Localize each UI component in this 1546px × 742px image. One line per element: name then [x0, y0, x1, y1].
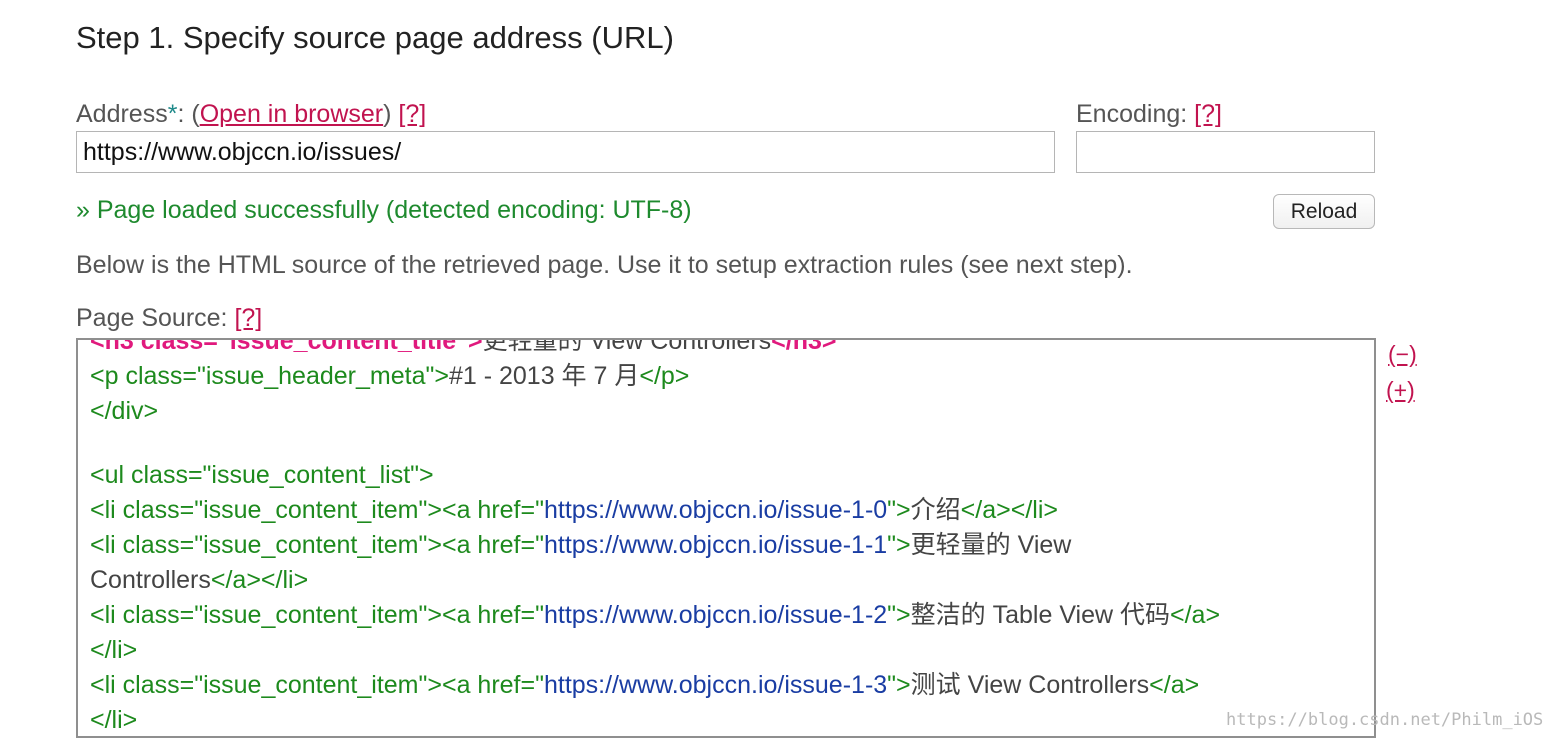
- source-tag: ">: [887, 531, 911, 559]
- description-text: Below is the HTML source of the retrieve…: [76, 251, 1133, 279]
- source-line: <li class="issue_content_item"><a href="…: [90, 528, 1364, 563]
- page-source-help-link[interactable]: [?]: [234, 304, 262, 332]
- source-url: https://www.objccn.io/issue-1-3: [543, 671, 888, 699]
- source-tag: <p class="issue_header_meta">: [90, 362, 449, 390]
- source-line: </li>: [90, 703, 1364, 736]
- status-text: Page loaded successfully (detected encod…: [89, 196, 692, 224]
- source-tag: </li>: [90, 636, 138, 664]
- source-line: <ul class="issue_content_list">: [90, 458, 1364, 493]
- source-tag: ">: [887, 671, 911, 699]
- source-tag: <li class="issue_content_item"><a href=": [90, 601, 544, 629]
- source-text: 整洁的 Table View 代码: [910, 601, 1170, 629]
- source-text: 更轻量的 View Controllers: [482, 338, 772, 355]
- source-tag: </div>: [90, 397, 159, 425]
- reload-button[interactable]: Reload: [1273, 194, 1375, 229]
- source-line: <li class="issue_content_item"><a href="…: [90, 598, 1364, 633]
- open-in-browser-link[interactable]: Open in browser: [200, 100, 383, 128]
- source-url: https://www.objccn.io/issue-1-0: [543, 496, 888, 524]
- source-tag: <li class="issue_content_item"><a href=": [90, 531, 544, 559]
- encoding-label: Encoding:: [1076, 100, 1188, 128]
- source-tag: <h3 class="issue_content_title">: [90, 338, 483, 355]
- encoding-help-link[interactable]: [?]: [1194, 100, 1222, 128]
- source-line: <h3 class="issue_content_title">更轻量的 Vie…: [90, 338, 1364, 359]
- source-tag: </a>: [1170, 601, 1221, 629]
- source-tag: <li class="issue_content_item"><a href=": [90, 671, 544, 699]
- zoom-in-link[interactable]: (+): [1386, 377, 1415, 404]
- source-tag: <ul class="issue_content_list">: [90, 461, 434, 489]
- status-prefix: »: [76, 196, 90, 224]
- step-title: Step 1. Specify source page address (URL…: [76, 20, 674, 55]
- address-help-link[interactable]: [?]: [398, 100, 426, 128]
- source-url: https://www.objccn.io/issue-1-1: [543, 531, 888, 559]
- source-tag: ">: [887, 601, 911, 629]
- page-source-label-row: Page Source: [?]: [76, 304, 262, 333]
- zoom-out-link[interactable]: (−): [1388, 341, 1417, 368]
- source-tag: </a></li>: [210, 566, 309, 594]
- address-input[interactable]: [76, 131, 1055, 173]
- source-text: 介绍: [910, 496, 961, 524]
- paren-close: ): [383, 100, 392, 128]
- page: Step 1. Specify source page address (URL…: [0, 0, 1546, 742]
- source-tag: </li>: [90, 706, 138, 734]
- status-message: » Page loaded successfully (detected enc…: [76, 196, 692, 225]
- source-tag: </h3>: [771, 338, 837, 355]
- encoding-input[interactable]: [1076, 131, 1375, 173]
- page-source-label: Page Source:: [76, 304, 228, 332]
- source-url: https://www.objccn.io/issue-1-2: [543, 601, 888, 629]
- paren-open: (: [184, 100, 200, 128]
- source-tag: </a></li>: [960, 496, 1058, 524]
- address-label: Address: [76, 100, 168, 128]
- page-source-viewer[interactable]: <h3 class="issue_content_title">更轻量的 Vie…: [76, 338, 1376, 738]
- watermark-text: https://blog.csdn.net/Philm_iOS: [1226, 710, 1544, 730]
- source-text: 更轻量的 View: [910, 531, 1072, 559]
- source-blank-line: [90, 429, 1364, 458]
- source-text: Controllers: [90, 566, 211, 594]
- source-line: <p class="issue_header_meta">#1 - 2013 年…: [90, 359, 1364, 394]
- source-tag: ">: [887, 496, 911, 524]
- source-lines: <h3 class="issue_content_title">更轻量的 Vie…: [90, 338, 1364, 736]
- source-line: <li class="issue_content_item"><a href="…: [90, 493, 1364, 528]
- source-line: </li>: [90, 633, 1364, 668]
- source-line: </div>: [90, 394, 1364, 429]
- source-tag: <li class="issue_content_item"><a href=": [90, 496, 544, 524]
- source-line: Controllers</a></li>: [90, 563, 1364, 598]
- source-text: #1 - 2013 年 7 月: [448, 362, 640, 390]
- source-line: <li class="issue_content_item"><a href="…: [90, 668, 1364, 703]
- encoding-label-row: Encoding: [?]: [1076, 100, 1222, 129]
- source-tag: </p>: [639, 362, 690, 390]
- required-mark: *: [167, 100, 178, 128]
- source-tag: </a>: [1149, 671, 1200, 699]
- address-label-row: Address*: (Open in browser) [?]: [76, 100, 426, 129]
- source-text: 测试 View Controllers: [910, 671, 1150, 699]
